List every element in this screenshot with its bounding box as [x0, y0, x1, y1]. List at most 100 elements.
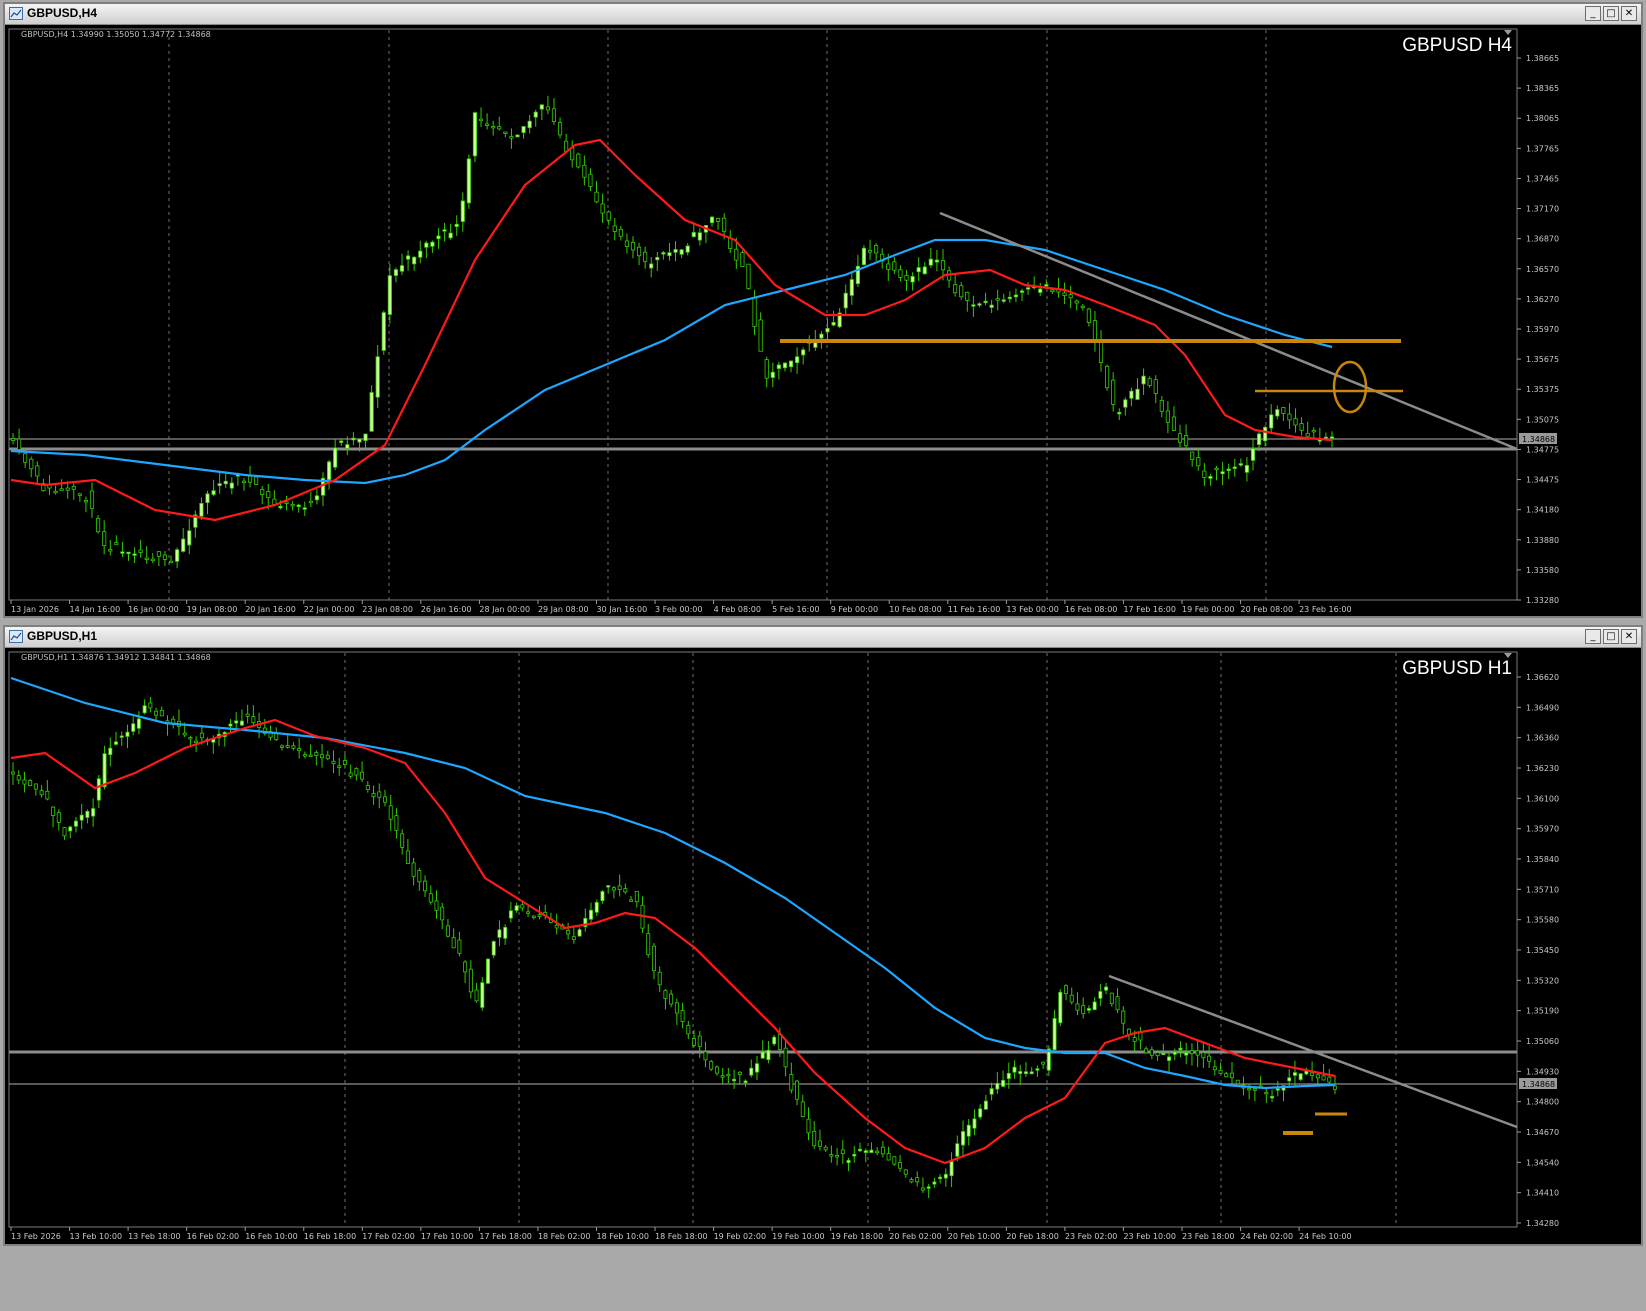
candle-body: [33, 783, 38, 790]
candle-body: [1190, 451, 1195, 460]
candle-body: [655, 257, 660, 261]
time-tick-label: 16 Feb 18:00: [304, 1232, 356, 1241]
time-tick-label: 10 Feb 08:00: [889, 605, 941, 614]
candle-body: [1264, 1091, 1269, 1095]
candle-body: [915, 1177, 920, 1183]
candle-body: [934, 259, 939, 263]
chart-window-icon: [9, 630, 23, 643]
candle-body: [766, 1049, 771, 1061]
candle-body: [445, 925, 450, 937]
chart-label: GBPUSD H4: [1402, 35, 1512, 56]
close-icon[interactable]: ✕: [1621, 629, 1637, 644]
chart-canvas[interactable]: GBPUSD,H4 1.34990 1.35050 1.34772 1.3486…: [5, 25, 1641, 616]
candle-body: [764, 359, 769, 379]
price-tick-label: 1.34775: [1526, 445, 1559, 454]
candle-body: [959, 285, 964, 298]
price-tick-label: 1.37765: [1526, 144, 1559, 153]
candle-body: [582, 164, 587, 178]
maximize-icon[interactable]: □: [1603, 629, 1619, 644]
candle-body: [314, 752, 319, 756]
candle-body: [266, 491, 271, 499]
candle-body: [217, 483, 222, 486]
candle-body: [1075, 1003, 1080, 1011]
candle-body: [1310, 1072, 1315, 1076]
candle-body: [1329, 436, 1335, 439]
minimize-icon[interactable]: _: [1585, 629, 1601, 644]
chart-window-h4[interactable]: GBPUSD,H4 _ □ ✕ GBPUSD,H4 1.34990 1.3505…: [3, 2, 1643, 618]
time-tick-label: 29 Jan 08:00: [538, 605, 589, 614]
candle-body: [720, 1075, 725, 1078]
candle-body: [539, 104, 544, 110]
candle-body: [685, 245, 690, 253]
candle-body: [1298, 1073, 1303, 1080]
candle-body: [454, 223, 459, 227]
candle-body: [296, 504, 301, 507]
candle-body: [1068, 294, 1073, 299]
candle-body: [1178, 1047, 1183, 1051]
candle-body: [910, 276, 915, 283]
time-tick-label: 13 Feb 00:00: [1006, 605, 1058, 614]
candle-body: [348, 772, 353, 777]
time-tick-label: 19 Feb 00:00: [1182, 605, 1234, 614]
time-tick-label: 28 Jan 00:00: [479, 605, 530, 614]
window-titlebar[interactable]: GBPUSD,H1 _ □ ✕: [5, 627, 1641, 648]
candle-body: [1074, 300, 1079, 304]
candle-body: [537, 914, 542, 917]
time-tick-label: 23 Feb 18:00: [1182, 1232, 1234, 1241]
candle-body: [45, 790, 50, 800]
candle-body: [955, 1143, 960, 1157]
candle-body: [849, 279, 854, 296]
price-chart[interactable]: GBPUSD,H1 1.34876 1.34912 1.34841 1.3486…: [5, 648, 1641, 1244]
current-price-label: 1.34868: [1522, 1080, 1555, 1089]
candle-body: [131, 723, 136, 732]
price-chart[interactable]: GBPUSD,H4 1.34990 1.35050 1.34772 1.3486…: [5, 25, 1641, 616]
candle-body: [521, 126, 526, 133]
candle-body: [354, 768, 359, 776]
candle-body: [1115, 996, 1120, 1011]
candle-body: [697, 1035, 702, 1047]
window-titlebar[interactable]: GBPUSD,H4 _ □ ✕: [5, 4, 1641, 25]
candle-body: [533, 111, 538, 118]
time-tick-label: 19 Feb 02:00: [714, 1232, 766, 1241]
candle-body: [920, 1187, 925, 1191]
candle-body: [1281, 406, 1286, 414]
candle-body: [846, 1160, 851, 1164]
price-tick-label: 1.35580: [1526, 916, 1559, 925]
candle-body: [254, 476, 259, 485]
price-tick-label: 1.36230: [1526, 764, 1559, 773]
chart-window-h1[interactable]: GBPUSD,H1 _ □ ✕ GBPUSD,H1 1.34876 1.3491…: [3, 625, 1643, 1246]
time-tick-label: 11 Feb 16:00: [948, 605, 1000, 614]
candle-body: [898, 269, 903, 278]
candle-body: [417, 870, 422, 883]
close-icon[interactable]: ✕: [1621, 6, 1637, 21]
price-tick-label: 1.35075: [1526, 415, 1559, 424]
candle-body: [795, 356, 800, 364]
candle-body: [199, 503, 204, 517]
candle-body: [514, 905, 519, 911]
candle-body: [1007, 296, 1012, 300]
minimize-icon[interactable]: _: [1585, 6, 1601, 21]
price-tick-label: 1.36570: [1526, 265, 1559, 274]
maximize-icon[interactable]: □: [1603, 6, 1619, 21]
candle-body: [393, 269, 399, 276]
candle-body: [749, 1067, 754, 1076]
time-tick-label: 23 Feb 10:00: [1123, 1232, 1175, 1241]
price-tick-label: 1.34670: [1526, 1128, 1559, 1137]
candle-body: [345, 444, 350, 449]
candle-body: [1196, 457, 1201, 467]
candle-body: [526, 911, 531, 914]
candle-body: [1064, 985, 1068, 994]
candle-body: [874, 244, 879, 254]
candle-body: [1207, 1055, 1212, 1062]
chart-canvas[interactable]: GBPUSD,H1 1.34876 1.34912 1.34841 1.3486…: [5, 648, 1641, 1244]
candle-body: [1256, 433, 1262, 445]
candle-body: [1141, 375, 1146, 385]
candle-body: [800, 1101, 805, 1118]
price-tick-label: 1.34280: [1526, 1219, 1559, 1228]
candle-body: [752, 297, 757, 327]
candle-body: [35, 465, 40, 477]
candle-body: [630, 241, 636, 251]
candle-body: [961, 1131, 965, 1146]
candle-body: [1172, 1051, 1177, 1055]
candle-body: [663, 990, 668, 999]
